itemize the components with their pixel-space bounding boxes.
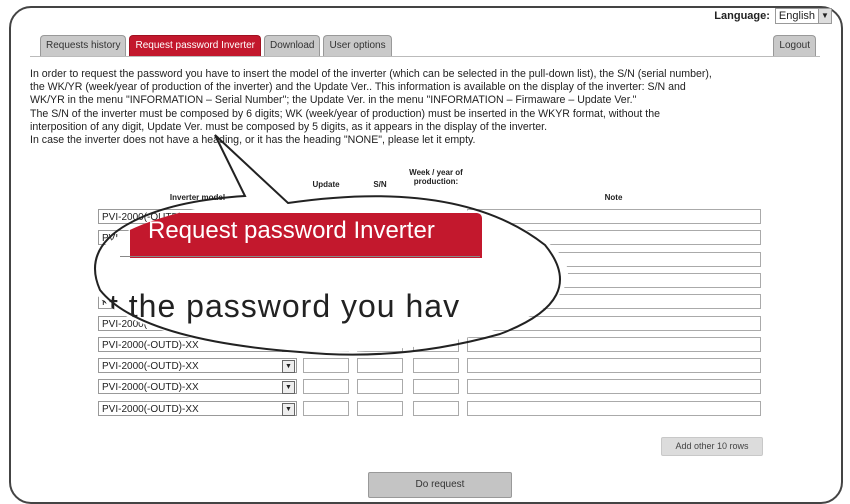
note-input[interactable] (467, 379, 761, 395)
zoomed-text: st the password you hav (92, 288, 461, 324)
note-input[interactable] (467, 400, 761, 416)
update-input[interactable] (303, 358, 349, 374)
column-header-week-year: Week / year of production: (409, 168, 463, 186)
chevron-down-icon[interactable]: ▼ (282, 381, 295, 395)
language-selector: Language: English ▼ (714, 8, 832, 24)
sn-input[interactable] (357, 358, 403, 374)
update-input[interactable] (303, 379, 349, 395)
sn-input[interactable] (357, 379, 403, 395)
update-input[interactable] (303, 400, 349, 416)
tab-divider (30, 56, 820, 57)
table-row: PVI-2000(-OUTD)-XX ▼ (98, 379, 762, 396)
inverter-model-value: PVI-2000(-OUTD)-XX (102, 403, 199, 415)
table-row: PVI-2000(-OUTD)-XX ▼ (98, 358, 762, 375)
week-year-input[interactable] (413, 358, 459, 374)
chevron-down-icon[interactable]: ▼ (282, 360, 295, 374)
chevron-down-icon[interactable]: ▼ (818, 9, 831, 23)
column-header-update: Update (312, 180, 340, 189)
instruction-line: the WK/YR (week/year of production of th… (30, 81, 686, 94)
language-label: Language: (714, 10, 770, 22)
inverter-model-value: PVI-2000(-OUTD)-XX (102, 361, 199, 373)
do-request-button[interactable]: Do request (368, 472, 512, 498)
instruction-line: In case the inverter does not have a hea… (30, 134, 476, 147)
zoomed-tab: Request password Inverter (130, 213, 482, 258)
tab-bar: Requests history Request password Invert… (40, 35, 392, 56)
tab-request-password-inverter[interactable]: Request password Inverter (129, 35, 261, 56)
instruction-line: interposition of any digit, Update Ver. … (30, 120, 548, 133)
zoomed-divider (120, 256, 480, 257)
table-row: PVI-2000(-OUTD)-XX ▼ (98, 400, 762, 418)
magnifier-callout: Request password Inverter st the passwor… (88, 196, 568, 352)
add-rows-button[interactable]: Add other 10 rows (661, 437, 763, 456)
language-dropdown[interactable]: English ▼ (774, 8, 832, 24)
tab-user-options[interactable]: User options (323, 35, 392, 56)
sn-input[interactable] (357, 400, 403, 416)
note-input[interactable] (467, 358, 761, 374)
week-year-input[interactable] (413, 400, 459, 416)
instructions: In order to request the password you hav… (30, 68, 820, 147)
tab-download[interactable]: Download (264, 35, 321, 56)
logout-button[interactable]: Logout (773, 35, 816, 56)
week-year-input[interactable] (413, 379, 459, 395)
inverter-model-select[interactable]: PVI-2000(-OUTD)-XX ▼ (98, 400, 297, 416)
inverter-model-select[interactable]: PVI-2000(-OUTD)-XX ▼ (98, 379, 297, 395)
inverter-model-value: PVI-2000(-OUTD)-XX (102, 382, 199, 394)
instruction-line: In order to request the password you hav… (30, 68, 712, 80)
column-header-sn: S/N (373, 180, 387, 189)
chevron-down-icon[interactable]: ▼ (282, 402, 295, 416)
tab-requests-history[interactable]: Requests history (40, 35, 127, 56)
instruction-line: WK/YR in the menu "INFORMATION – Serial … (30, 94, 637, 107)
instruction-line: The S/N of the inverter must be composed… (30, 107, 661, 120)
inverter-model-select[interactable]: PVI-2000(-OUTD)-XX ▼ (98, 358, 297, 374)
language-value: English (778, 10, 815, 22)
